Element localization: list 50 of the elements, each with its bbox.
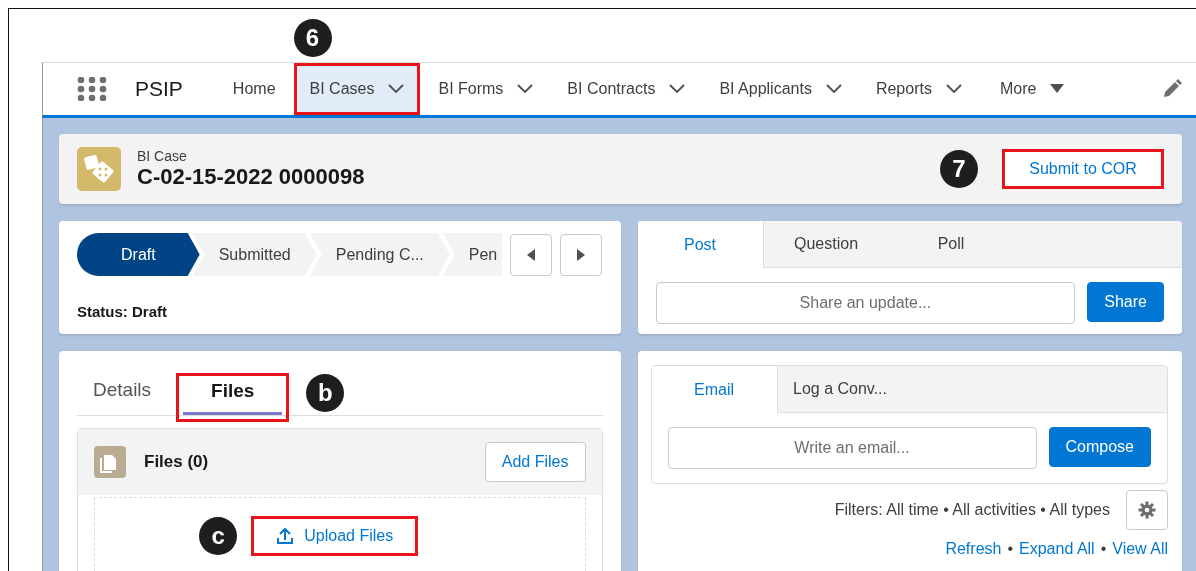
- nav-tab[interactable]: BI Contracts: [553, 65, 700, 113]
- previous-button[interactable]: [510, 233, 552, 276]
- nav-tab[interactable]: BI Forms: [424, 65, 548, 113]
- path-stage[interactable]: Pending C...: [309, 233, 450, 276]
- submit-button[interactable]: Submit to COR: [1002, 149, 1164, 189]
- settings-icon: [1138, 501, 1156, 519]
- publisher-tab[interactable]: Post: [637, 221, 764, 268]
- activity-link[interactable]: Expand All: [1019, 540, 1095, 558]
- callout-badge: c: [199, 517, 238, 555]
- caret-left-icon: [527, 248, 535, 261]
- next-button[interactable]: [560, 233, 602, 276]
- app-name: PSIP: [135, 77, 183, 101]
- email-field[interactable]: Write an email...: [667, 427, 1037, 469]
- caret-down-icon: [1050, 84, 1065, 94]
- object-label: BI Case: [137, 148, 188, 164]
- status-label: Status: Draft: [77, 303, 168, 322]
- separator-dot: •: [1007, 540, 1014, 558]
- app-launcher-icon[interactable]: [77, 77, 107, 101]
- more-menu[interactable]: More: [985, 65, 1079, 113]
- activity-link[interactable]: View All: [1112, 540, 1168, 558]
- nav-tab[interactable]: BI Applicants: [705, 65, 856, 113]
- filters-text: Filters: All time • All activities • All types: [834, 501, 1110, 519]
- callout-badge: b: [306, 374, 345, 412]
- activity-link[interactable]: Refresh: [945, 540, 1002, 558]
- caret-right-icon: [577, 248, 585, 261]
- path-stage[interactable]: Submitted: [192, 233, 317, 276]
- share-button[interactable]: Share: [1087, 282, 1164, 322]
- share-field[interactable]: Share an update...: [655, 282, 1076, 324]
- publisher-tab[interactable]: Question: [763, 221, 889, 267]
- files-heading: Files (0): [144, 452, 209, 472]
- settings-button[interactable]: [1126, 490, 1168, 530]
- record-tab[interactable]: Details: [93, 379, 152, 415]
- upload-files-button[interactable]: Upload Files: [251, 516, 419, 556]
- files-icon: [94, 446, 126, 478]
- dice-icon: [77, 147, 121, 191]
- pencil-icon[interactable]: [1162, 79, 1182, 99]
- publisher-tab[interactable]: Poll: [888, 221, 1014, 267]
- compose-button[interactable]: Compose: [1048, 427, 1151, 467]
- path-stage[interactable]: Pen: [442, 233, 502, 276]
- path-stage[interactable]: Draft: [77, 233, 200, 276]
- nav-tab[interactable]: Home: [218, 65, 290, 113]
- upload-icon: [276, 527, 295, 545]
- activity-tab[interactable]: Log a Conv...: [777, 366, 903, 412]
- callout-badge: 7: [940, 150, 978, 188]
- callout-badge: 6: [293, 19, 332, 57]
- nav-tab[interactable]: Reports: [861, 65, 976, 113]
- separator-dot: •: [1100, 540, 1107, 558]
- add-files-button[interactable]: Add Files: [484, 442, 586, 482]
- activity-tab[interactable]: Email: [651, 366, 778, 413]
- record-title: C-02-15-2022 0000098: [137, 164, 365, 190]
